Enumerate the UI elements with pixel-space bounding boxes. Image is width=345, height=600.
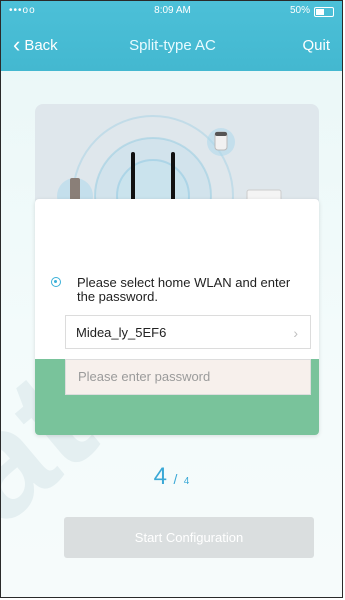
- app-frame: ato •••oo 8:09 AM 50% ‹ Back Split-type …: [0, 0, 343, 598]
- start-configuration-button[interactable]: Start Configuration: [64, 517, 314, 558]
- battery-icon: [314, 7, 334, 17]
- password-input[interactable]: [76, 368, 300, 385]
- wlan-select[interactable]: Midea_ly_5EF6 ›: [65, 315, 311, 349]
- step-separator: /: [173, 471, 178, 487]
- instruction-text: Please select home WLAN and enter the pa…: [77, 275, 291, 304]
- wlan-select-value: Midea_ly_5EF6: [76, 325, 167, 340]
- page-title: Split-type AC: [129, 37, 216, 54]
- step-current: 4: [153, 463, 167, 490]
- step-total: 4: [183, 476, 190, 487]
- battery-percent: 50%: [289, 5, 310, 16]
- header-bar: •••oo 8:09 AM 50% ‹ Back Split-type AC Q…: [1, 1, 342, 71]
- step-indicator: 4 / 4: [1, 463, 342, 491]
- quit-button[interactable]: Quit: [302, 37, 330, 54]
- status-bar: •••oo 8:09 AM 50%: [1, 5, 342, 19]
- wlan-instruction: Please select home WLAN and enter the pa…: [51, 276, 301, 304]
- radio-selected-icon: [51, 277, 61, 287]
- password-field[interactable]: [65, 359, 311, 395]
- chevron-right-icon: ›: [293, 325, 298, 341]
- nav-bar: ‹ Back Split-type AC Quit: [1, 33, 342, 59]
